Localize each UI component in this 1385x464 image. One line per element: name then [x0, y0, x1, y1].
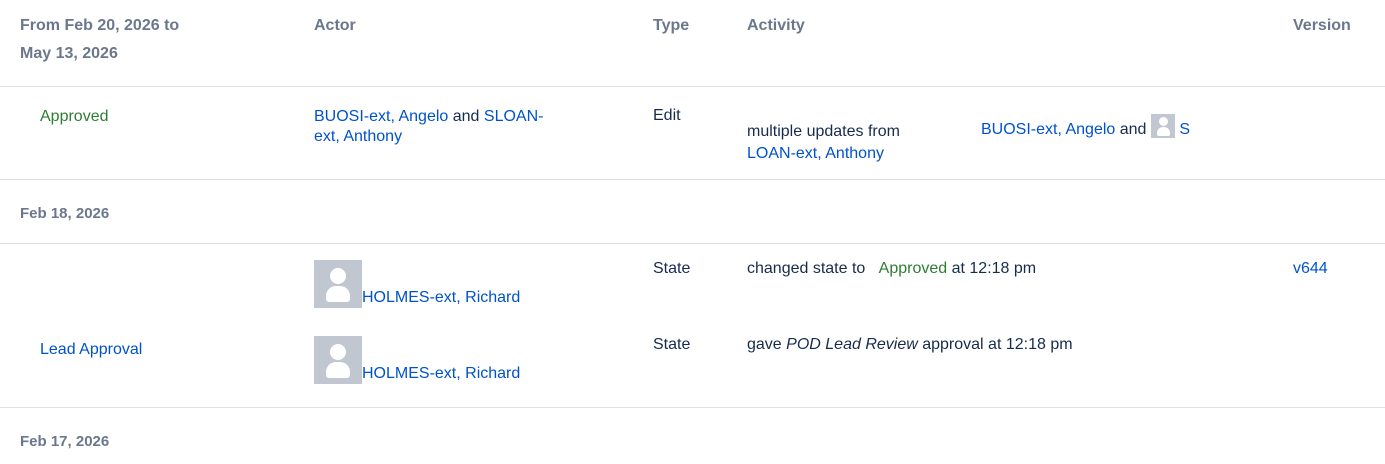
activity-cell: changed state to Approved at 12:18 pm	[747, 259, 1036, 279]
review-name: POD Lead Review	[786, 336, 918, 353]
activity-cell: gave POD Lead Review approval at 12:18 p…	[747, 335, 1073, 355]
divider	[0, 179, 1385, 180]
version-link[interactable]: v644	[1293, 259, 1328, 279]
state-approved: Approved	[878, 260, 948, 277]
column-header-version: Version	[1293, 17, 1351, 34]
date-group-feb-18: Feb 18, 2026	[20, 205, 110, 222]
activity-suffix: approval at 12:18 pm	[922, 336, 1073, 353]
actor-link-holmes[interactable]: HOLMES-ext, Richard	[362, 288, 520, 308]
activity-suffix: at 12:18 pm	[951, 260, 1037, 277]
user-avatar-icon[interactable]	[314, 260, 362, 308]
type-edit: Edit	[653, 107, 681, 124]
activity-link-buosi[interactable]: BUOSI-ext, Angelo	[981, 121, 1115, 138]
divider	[0, 86, 1385, 87]
date-range-line2: May 13, 2026	[20, 45, 118, 62]
user-avatar-icon[interactable]	[1150, 114, 1175, 138]
actor-link-sloan-part2[interactable]: ext, Anthony	[314, 128, 402, 145]
column-header-activity: Activity	[747, 17, 805, 34]
activity-and: and	[1119, 121, 1147, 138]
activity-prefix: changed state to	[747, 260, 866, 277]
actor-cell	[314, 336, 362, 384]
user-avatar-icon[interactable]	[314, 336, 362, 384]
type-state: State	[653, 336, 691, 353]
date-range-header: From Feb 20, 2026 to May 13, 2026	[20, 12, 179, 68]
actor-cell	[314, 260, 362, 308]
divider	[0, 407, 1385, 408]
column-header-actor: Actor	[314, 17, 356, 34]
column-header-type: Type	[653, 17, 690, 34]
divider	[0, 243, 1385, 244]
date-group-feb-17: Feb 17, 2026	[20, 433, 110, 450]
activity-prefix: gave	[747, 336, 782, 353]
date-range-line1: From Feb 20, 2026 to	[20, 17, 180, 34]
activity-prefix: multiple updates from	[747, 123, 900, 140]
type-state: State	[653, 260, 691, 277]
activity-actors: BUOSI-ext, Angelo and S	[981, 114, 1190, 140]
actor-link-holmes[interactable]: HOLMES-ext, Richard	[362, 364, 520, 384]
actor-and: and	[452, 108, 480, 125]
activity-link-sloan-part1[interactable]: S	[1179, 121, 1190, 138]
actor-link-sloan-part1[interactable]: SLOAN-	[484, 108, 544, 125]
status-lead-approval[interactable]: Lead Approval	[40, 340, 142, 360]
actor-cell: BUOSI-ext, Angelo and SLOAN- ext, Anthon…	[314, 107, 634, 147]
activity-link-sloan-part2[interactable]: LOAN-ext, Anthony	[747, 144, 884, 164]
actor-link-buosi[interactable]: BUOSI-ext, Angelo	[314, 108, 448, 125]
status-approved[interactable]: Approved	[40, 107, 109, 127]
